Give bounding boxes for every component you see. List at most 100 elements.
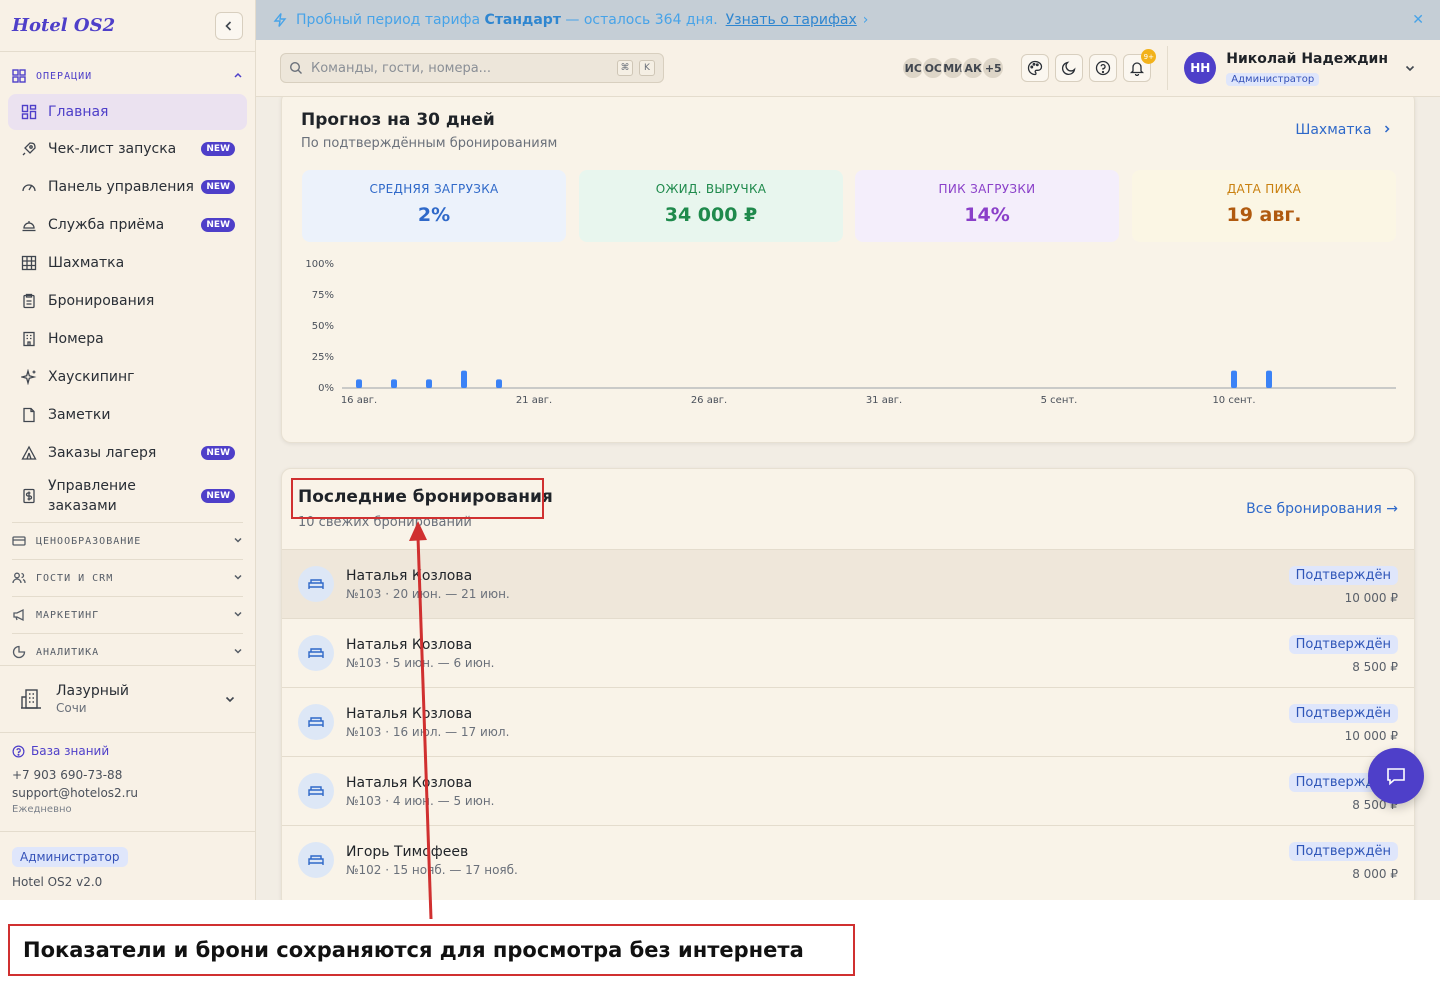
forecast-title: Прогноз на 30 дней (301, 110, 495, 130)
chevron-left-icon (225, 20, 232, 31)
forecast-card: Прогноз на 30 дней По подтверждённым бро… (281, 97, 1415, 443)
stat-value: 34 000 ₽ (664, 204, 758, 226)
y-tick-label: 100% (305, 259, 334, 270)
user-name: Николай Надеждин (1226, 50, 1388, 67)
chat-support-button[interactable] (1368, 748, 1424, 804)
sidebar-item-front-desk[interactable]: Служба приёма NEW (8, 206, 247, 244)
stat-label: СРЕДНЯЯ ЗАГРУЗКА (369, 182, 499, 196)
hotel-building-icon (21, 689, 41, 709)
booking-price: 10 000 ₽ (1344, 590, 1398, 605)
sidebar-item-rooms[interactable]: Номера (8, 320, 247, 358)
support-email[interactable]: support@hotelos2.ru (12, 786, 244, 800)
hotel-switcher[interactable]: Лазурный Сочи (0, 665, 255, 733)
section-marketing[interactable]: МАРКЕТИНГ (0, 597, 255, 633)
help-button[interactable] (1089, 54, 1118, 82)
occupancy-bar (391, 379, 397, 388)
collapse-sidebar-button[interactable] (215, 11, 243, 40)
theme-palette-button[interactable] (1021, 54, 1050, 82)
status-badge: Подтверждён (1288, 634, 1398, 654)
stat-peak-date: ДАТА ПИКА 19 авг. (1132, 170, 1396, 242)
annotation-arrow (409, 521, 433, 920)
booking-row[interactable]: Наталья Козлова №103 · 16 июл. — 17 июл. … (282, 687, 1414, 756)
booking-row[interactable]: Игорь Тимофеев №102 · 15 нояб. — 17 нояб.… (282, 825, 1414, 894)
support-block: База знаний +7 903 690-73-88 support@hot… (0, 734, 255, 825)
bookings-list: Наталья Козлова №103 · 20 июн. — 21 июн. … (282, 549, 1414, 894)
chevron-down-icon (225, 696, 235, 703)
banner-text-post: — осталось 364 дня. (560, 12, 718, 28)
booking-row[interactable]: Наталья Козлова №103 · 20 июн. — 21 июн. … (282, 549, 1414, 618)
hotel-city: Сочи (56, 701, 87, 715)
shortcut-k-key: K (639, 60, 655, 76)
app-logo[interactable]: Hotel OS2 (12, 15, 115, 36)
section-pricing[interactable]: ЦЕНООБРАЗОВАНИЕ (0, 523, 255, 559)
chevron-right-icon (1384, 125, 1390, 133)
user-menu[interactable]: НН Николай Надеждин Администратор (1184, 51, 1416, 86)
shortcut-cmd-key: ⌘ (617, 60, 633, 76)
stat-value: 19 авг. (1226, 204, 1302, 226)
section-operations-label: ОПЕРАЦИИ (36, 70, 93, 82)
section-operations[interactable]: ОПЕРАЦИИ (0, 58, 255, 94)
sidebar-item-notes[interactable]: Заметки (8, 396, 247, 434)
gauge-icon (22, 184, 36, 192)
sidebar-item-housekeeping[interactable]: Хаускипинг (8, 358, 247, 396)
chevron-down-icon (234, 648, 242, 654)
bed-icon (298, 635, 334, 671)
highlight-box (291, 478, 544, 519)
palette-icon (1028, 60, 1043, 76)
banner-text-pre: Пробный период тарифа (296, 12, 485, 28)
chevron-down-icon (1405, 65, 1415, 72)
chessboard-link[interactable]: Шахматка (1295, 122, 1392, 138)
sidebar-item-launch-checklist[interactable]: Чек-лист запуска NEW (8, 130, 247, 168)
status-badge: Подтверждён (1288, 841, 1398, 861)
sidebar-item-label: Управление заказами (48, 478, 136, 514)
occupancy-bar (496, 379, 502, 388)
occupancy-bar (426, 379, 432, 388)
new-badge: NEW (201, 142, 235, 156)
section-guests-crm[interactable]: ГОСТИ И CRM (0, 560, 255, 596)
section-analytics-label: АНАЛИТИКА (36, 646, 100, 658)
occupancy-bar (356, 379, 362, 388)
status-badge: Подтверждён (1288, 703, 1398, 723)
knowledge-base-label: База знаний (31, 744, 110, 758)
dark-mode-button[interactable] (1055, 54, 1084, 82)
sidebar-item-bookings[interactable]: Бронирования (8, 282, 247, 320)
booking-row[interactable]: Наталья Козлова №103 · 4 июн. — 5 июн. По… (282, 756, 1414, 825)
new-badge: NEW (201, 446, 235, 460)
sidebar-item-camp-orders[interactable]: Заказы лагеря NEW (8, 434, 247, 472)
top-header: Команды, гости, номера... ⌘ K ИС ОС МИ А… (256, 40, 1440, 97)
bed-icon (298, 842, 334, 878)
notifications-button[interactable]: 9+ (1123, 49, 1157, 82)
search-icon (289, 61, 302, 74)
team-avatars[interactable]: ИС ОС МИ АК +5 (901, 56, 1006, 80)
sidebar-item-chessboard[interactable]: Шахматка (8, 244, 247, 282)
pricing-link[interactable]: Узнать о тарифах (726, 12, 857, 28)
sidebar-item-label: Бронирования (48, 293, 155, 309)
x-tick-label: 31 авг. (866, 395, 902, 406)
sidebar-item-control-panel[interactable]: Панель управления NEW (8, 168, 247, 206)
banner-plan: Стандарт (484, 12, 561, 28)
sidebar-item-order-management[interactable]: Управление заказами NEW (8, 472, 247, 520)
sidebar-header: Hotel OS2 (0, 0, 255, 52)
knowledge-base-link[interactable]: База знаний (12, 744, 244, 758)
sparkles-icon (21, 369, 37, 385)
stat-label: ПИК ЗАГРУЗКИ (938, 182, 1036, 196)
help-circle-icon (1096, 60, 1111, 76)
y-tick-label: 50% (312, 321, 334, 332)
booking-row[interactable]: Наталья Козлова №103 · 5 июн. — 6 июн. По… (282, 618, 1414, 687)
support-phone[interactable]: +7 903 690-73-88 (12, 768, 244, 782)
occupancy-bar (1266, 370, 1272, 388)
dashboard-icon (21, 104, 37, 120)
stat-label: ДАТА ПИКА (1226, 182, 1302, 196)
team-more-count[interactable]: +5 (981, 56, 1006, 80)
booking-price: 8 000 ₽ (1352, 866, 1398, 881)
sidebar-item-label: Главная (48, 104, 109, 120)
table-grid-icon (21, 255, 37, 271)
search-input[interactable]: Команды, гости, номера... ⌘ K (280, 53, 664, 83)
sidebar-item-home[interactable]: Главная (8, 94, 247, 130)
sidebar-item-label: Шахматка (48, 255, 125, 271)
occupancy-forecast-chart: 100% 75% 50% 25% 0% 16 авг. 21 авг. 26 авг. 31 а… (305, 259, 1396, 406)
chevron-down-icon (234, 611, 242, 617)
all-bookings-link[interactable]: Все бронирования → (1246, 501, 1398, 517)
close-banner-button[interactable]: ✕ (1412, 12, 1424, 28)
x-tick-label: 10 сент. (1212, 395, 1255, 406)
